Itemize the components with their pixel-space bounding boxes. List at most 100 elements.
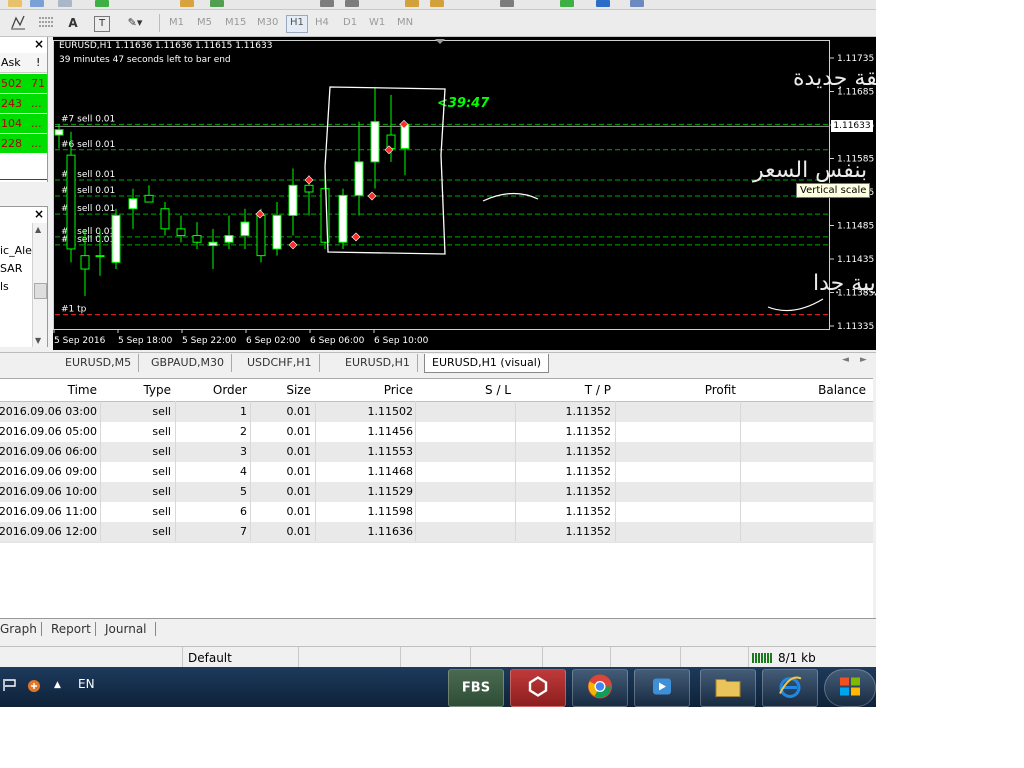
flag-icon[interactable] — [2, 678, 18, 695]
current-price-label: 1.11633 — [831, 120, 873, 132]
col-type[interactable]: Type — [143, 383, 171, 397]
tab-journal[interactable]: Journal — [105, 622, 147, 636]
cell-type: sell — [152, 465, 171, 478]
cell-size: 0.01 — [286, 525, 312, 538]
close-icon[interactable]: × — [34, 37, 44, 51]
close-icon[interactable]: × — [34, 207, 44, 221]
media-player-icon — [651, 676, 673, 701]
col-sl[interactable]: S / L — [485, 383, 511, 397]
profile-name[interactable]: Default — [188, 651, 232, 665]
language-indicator[interactable]: EN — [78, 677, 95, 691]
timeframe-m15[interactable]: M15 — [222, 15, 249, 31]
tab-graph[interactable]: Graph — [0, 622, 37, 636]
line-tool-icon[interactable] — [320, 0, 334, 7]
cell-size: 0.01 — [286, 445, 312, 458]
col-price[interactable]: Price — [384, 383, 413, 397]
arrows-dropdown-icon[interactable]: ✎▾ — [120, 14, 150, 32]
market-watch-row[interactable]: 502 71 — [0, 74, 47, 93]
tab-scroll-left-icon[interactable]: ◄ — [842, 355, 849, 365]
navigator-scrollbar[interactable]: ▲ ▼ — [32, 223, 47, 347]
media-player-taskbar-button[interactable] — [634, 669, 690, 707]
chart-canvas[interactable]: 1.117351.116851.116351.115851.115351.114… — [53, 37, 876, 350]
globe-icon[interactable] — [596, 0, 610, 7]
internet-explorer-taskbar-button[interactable] — [762, 669, 818, 707]
fibo-tool-icon[interactable] — [405, 0, 419, 7]
show-hidden-icons[interactable]: ▲ — [54, 680, 61, 690]
tray-app-icon[interactable] — [26, 678, 42, 697]
fbs-taskbar-button[interactable]: FBS — [448, 669, 504, 707]
metatrader-taskbar-button[interactable] — [510, 669, 566, 707]
chart-tab[interactable]: EURUSD,M5 — [58, 354, 140, 372]
handwritten-annotation: بنفس السعر — [752, 158, 867, 183]
market-watch-row[interactable]: 243... — [0, 94, 47, 113]
tab-separator — [95, 622, 96, 636]
explorer-taskbar-button[interactable] — [700, 669, 756, 707]
open-icon[interactable] — [30, 0, 44, 7]
table-row[interactable]: 2016.09.06 06:00 sell 3 0.01 1.11553 1.11352 — [0, 442, 873, 463]
timeframe-w1[interactable]: W1 — [366, 15, 388, 31]
text-box-icon[interactable]: T — [94, 16, 110, 32]
gann-grid-icon[interactable] — [38, 14, 54, 32]
text-label-icon[interactable]: A — [66, 14, 80, 32]
period-tool-icon[interactable] — [430, 0, 444, 7]
cell-time: 2016.09.06 06:00 — [0, 445, 97, 458]
timeframe-h4[interactable]: H4 — [312, 15, 332, 31]
zoom-icon[interactable] — [58, 0, 72, 7]
timeframe-d1[interactable]: D1 — [340, 15, 360, 31]
chart-tab[interactable]: USDCHF,H1 — [240, 354, 320, 372]
toolbar-separator — [159, 14, 160, 32]
table-header: Time Type Order Size Price S / L T / P P… — [0, 379, 873, 402]
navigator-item[interactable]: SAR — [0, 262, 22, 275]
arrows-icon[interactable] — [500, 0, 514, 7]
new-order-icon[interactable] — [8, 0, 22, 7]
ask-column-header[interactable]: Ask — [1, 56, 21, 69]
timeframe-h1[interactable]: H1 — [286, 15, 308, 33]
table-row[interactable]: 2016.09.06 10:00 sell 5 0.01 1.11529 1.11352 — [0, 482, 873, 503]
market-watch-row[interactable]: 104... — [0, 114, 47, 133]
timeframe-m5[interactable]: M5 — [194, 15, 215, 31]
expert-icon[interactable] — [180, 0, 194, 7]
bullish-candle — [224, 235, 234, 243]
scroll-up-icon[interactable]: ▲ — [35, 225, 41, 234]
col-time[interactable]: Time — [68, 383, 97, 397]
chart-tab[interactable]: GBPAUD,M30 — [144, 354, 233, 372]
tab-scroll-right-icon[interactable]: ► — [860, 355, 867, 365]
table-row[interactable]: 2016.09.06 09:00 sell 4 0.01 1.11468 1.11352 — [0, 462, 873, 483]
autotrade-icon[interactable] — [210, 0, 224, 7]
timeframe-m1[interactable]: M1 — [166, 15, 187, 31]
col-size[interactable]: Size — [286, 383, 311, 397]
navigator-item[interactable]: ls — [0, 280, 9, 293]
alert-column-header[interactable]: ! — [36, 56, 40, 69]
tab-report[interactable]: Report — [51, 622, 91, 636]
price-chart[interactable]: 1.117351.116851.116351.115851.115351.114… — [53, 37, 876, 350]
chrome-taskbar-button[interactable] — [572, 669, 628, 707]
cell-size: 0.01 — [286, 465, 312, 478]
chart-tab[interactable]: EURUSD,H1 (visual) — [424, 354, 550, 373]
window-icon[interactable] — [630, 0, 644, 7]
col-profit[interactable]: Profit — [705, 383, 736, 397]
navigator-item[interactable]: ic_Ale — [0, 244, 32, 257]
scroll-thumb[interactable] — [34, 283, 47, 299]
market-watch-row[interactable]: 228... — [0, 134, 47, 153]
cell-order: 5 — [240, 485, 247, 498]
scroll-down-icon[interactable]: ▼ — [35, 336, 41, 345]
col-balance[interactable]: Balance — [818, 383, 866, 397]
table-row[interactable]: 2016.09.06 12:00 sell 7 0.01 1.11636 1.11352 — [0, 522, 873, 543]
table-row[interactable]: 2016.09.06 11:00 sell 6 0.01 1.11598 1.11352 — [0, 502, 873, 523]
traffic-counter: 8/1 kb — [778, 651, 816, 665]
cycle-lines-icon[interactable] — [10, 14, 26, 32]
chart-tab[interactable]: EURUSD,H1 — [338, 354, 418, 372]
add-icon[interactable] — [95, 0, 109, 7]
cell-type: sell — [152, 445, 171, 458]
timeframe-mn[interactable]: MN — [394, 15, 416, 31]
timeframe-m30[interactable]: M30 — [254, 15, 281, 31]
bullish-candle — [370, 121, 380, 163]
col-tp[interactable]: T / P — [585, 383, 611, 397]
start-button[interactable] — [824, 669, 876, 707]
channel-tool-icon[interactable] — [345, 0, 359, 7]
col-order[interactable]: Order — [213, 383, 247, 397]
chart-frame — [53, 40, 830, 330]
plus-icon[interactable] — [560, 0, 574, 7]
table-row[interactable]: 2016.09.06 05:00 sell 2 0.01 1.11456 1.11352 — [0, 422, 873, 443]
table-row[interactable]: 2016.09.06 03:00 sell 1 0.01 1.11502 1.11352 — [0, 402, 873, 423]
